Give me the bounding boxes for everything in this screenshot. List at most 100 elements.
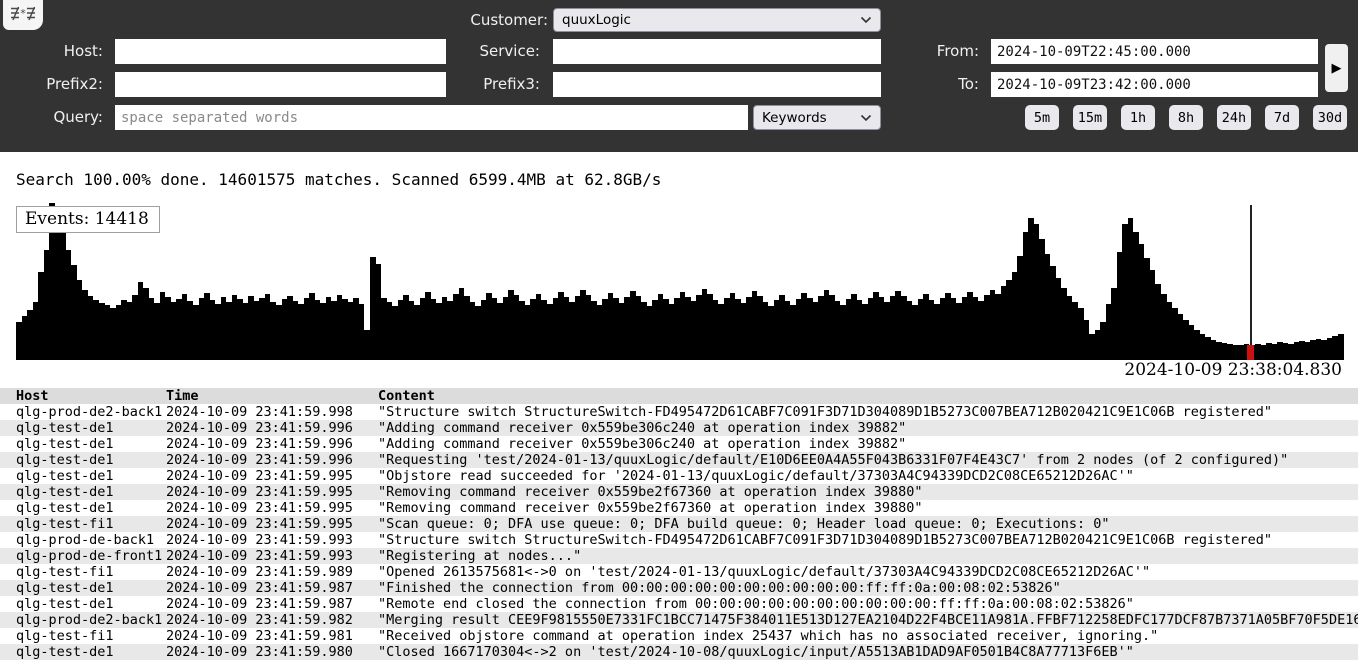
range-button-15m[interactable]: 15m xyxy=(1073,105,1107,130)
time-cell: 2024-10-09 23:41:59.995 xyxy=(166,484,378,500)
content-cell: "Closed 1667170304<->2 on 'test/2024-10-… xyxy=(378,644,1358,660)
table-row: qlg-test-de12024-10-09 23:41:59.995"Remo… xyxy=(0,500,1358,516)
table-row: qlg-test-de12024-10-09 23:41:59.980"Clos… xyxy=(0,644,1358,660)
time-cell: 2024-10-09 23:41:59.995 xyxy=(166,516,378,532)
content-cell: "Merging result CEE9F9815550E7331FC1BCC7… xyxy=(378,612,1358,628)
host-cell: qlg-test-de1 xyxy=(0,644,166,660)
host-cell: qlg-test-de1 xyxy=(0,500,166,516)
time-cell: 2024-10-09 23:41:59.987 xyxy=(166,580,378,596)
column-header-time: Time xyxy=(166,388,378,404)
svg-text:*: * xyxy=(20,7,26,20)
content-cell: "Objstore read succeeded for '2024-01-13… xyxy=(378,468,1358,484)
range-button-7d[interactable]: 7d xyxy=(1265,105,1299,130)
query-label: Query: xyxy=(30,105,103,130)
table-row: qlg-prod-de-back12024-10-09 23:41:59.993… xyxy=(0,532,1358,548)
query-mode-value: Keywords xyxy=(762,110,860,126)
host-cell: qlg-prod-de2-back1 xyxy=(0,612,166,628)
content-cell: "Remote end closed the connection from 0… xyxy=(378,596,1358,612)
table-row: qlg-test-de12024-10-09 23:41:59.987"Remo… xyxy=(0,596,1358,612)
customer-label: Customer: xyxy=(430,8,548,33)
content-cell: "Requesting 'test/2024-01-13/quuxLogic/d… xyxy=(378,452,1358,468)
content-cell: "Opened 2613575681<->0 on 'test/2024-01-… xyxy=(378,564,1358,580)
host-cell: qlg-test-de1 xyxy=(0,420,166,436)
table-row: qlg-test-de12024-10-09 23:41:59.995"Remo… xyxy=(0,484,1358,500)
time-cell: 2024-10-09 23:41:59.996 xyxy=(166,420,378,436)
log-search-app: * Customer: quuxLogic Host: Service: Fro… xyxy=(0,0,1358,662)
table-row: qlg-test-fi12024-10-09 23:41:59.989"Open… xyxy=(0,564,1358,580)
host-cell: qlg-test-de1 xyxy=(0,468,166,484)
query-input[interactable] xyxy=(115,105,748,130)
content-cell: "Removing command receiver 0x559be2f6736… xyxy=(378,500,1358,516)
content-cell: "Finished the connection from 00:00:00:0… xyxy=(378,580,1358,596)
time-cell: 2024-10-09 23:41:59.993 xyxy=(166,532,378,548)
host-cell: qlg-test-fi1 xyxy=(0,564,166,580)
customer-select-value: quuxLogic xyxy=(562,12,860,28)
content-cell: "Received objstore command at operation … xyxy=(378,628,1358,644)
host-cell: qlg-test-fi1 xyxy=(0,628,166,644)
range-button-8h[interactable]: 8h xyxy=(1169,105,1203,130)
host-label: Host: xyxy=(30,39,103,64)
host-cell: qlg-prod-de-back1 xyxy=(0,532,166,548)
from-label: From: xyxy=(905,39,979,64)
time-cell: 2024-10-09 23:41:59.993 xyxy=(166,548,378,564)
histogram-bar xyxy=(1338,334,1344,360)
time-cell: 2024-10-09 23:41:59.989 xyxy=(166,564,378,580)
table-row: qlg-test-de12024-10-09 23:41:59.996"Addi… xyxy=(0,420,1358,436)
time-cell: 2024-10-09 23:41:59.982 xyxy=(166,612,378,628)
table-row: qlg-test-fi12024-10-09 23:41:59.995"Scan… xyxy=(0,516,1358,532)
host-cell: qlg-test-de1 xyxy=(0,436,166,452)
column-header-content: Content xyxy=(378,388,1358,404)
prefix2-input[interactable] xyxy=(115,72,446,97)
host-cell: qlg-test-de1 xyxy=(0,580,166,596)
time-cell: 2024-10-09 23:41:59.996 xyxy=(166,436,378,452)
chevron-down-icon xyxy=(860,12,872,28)
time-cell: 2024-10-09 23:41:59.995 xyxy=(166,500,378,516)
range-button-24h[interactable]: 24h xyxy=(1217,105,1251,130)
events-count-badge: Events: 14418 xyxy=(16,206,160,233)
host-cell: qlg-test-de1 xyxy=(0,596,166,612)
content-cell: "Removing command receiver 0x559be2f6736… xyxy=(378,484,1358,500)
prefix3-input[interactable] xyxy=(553,72,881,97)
log-results-table: Host Time Content qlg-prod-de2-back12024… xyxy=(0,388,1358,660)
table-row: qlg-test-de12024-10-09 23:41:59.996"Requ… xyxy=(0,452,1358,468)
range-button-30d[interactable]: 30d xyxy=(1313,105,1347,130)
to-input[interactable] xyxy=(991,72,1318,97)
content-cell: "Structure switch StructureSwitch-FD4954… xyxy=(378,532,1358,548)
range-button-1h[interactable]: 1h xyxy=(1121,105,1155,130)
table-row: qlg-test-fi12024-10-09 23:41:59.981"Rece… xyxy=(0,628,1358,644)
cursor-timestamp: 2024-10-09 23:38:04.830 xyxy=(1124,360,1342,380)
time-cell: 2024-10-09 23:41:59.995 xyxy=(166,468,378,484)
time-cell: 2024-10-09 23:41:59.996 xyxy=(166,452,378,468)
histogram-cursor-line xyxy=(1250,205,1252,360)
service-input[interactable] xyxy=(553,39,881,64)
time-cell: 2024-10-09 23:41:59.998 xyxy=(166,404,378,420)
content-cell: "Scan queue: 0; DFA use queue: 0; DFA bu… xyxy=(378,516,1358,532)
prefix3-label: Prefix3: xyxy=(455,72,540,97)
time-cell: 2024-10-09 23:41:59.981 xyxy=(166,628,378,644)
table-row: qlg-test-de12024-10-09 23:41:59.996"Addi… xyxy=(0,436,1358,452)
query-mode-select[interactable]: Keywords xyxy=(753,105,881,130)
prefix2-label: Prefix2: xyxy=(20,72,103,97)
range-button-5m[interactable]: 5m xyxy=(1025,105,1059,130)
table-row: qlg-prod-de2-back12024-10-09 23:41:59.99… xyxy=(0,404,1358,420)
service-label: Service: xyxy=(450,39,540,64)
host-cell: qlg-test-fi1 xyxy=(0,516,166,532)
content-cell: "Adding command receiver 0x559be306c240 … xyxy=(378,420,1358,436)
run-search-button[interactable]: ▶ xyxy=(1325,44,1348,92)
app-logo-tab[interactable]: * xyxy=(3,0,43,30)
app-logo-icon: * xyxy=(9,6,37,25)
from-input[interactable] xyxy=(991,39,1318,64)
table-row: qlg-prod-de-front12024-10-09 23:41:59.99… xyxy=(0,548,1358,564)
time-cell: 2024-10-09 23:41:59.987 xyxy=(166,596,378,612)
table-row: qlg-test-de12024-10-09 23:41:59.995"Objs… xyxy=(0,468,1358,484)
events-histogram[interactable] xyxy=(16,203,1342,360)
customer-select[interactable]: quuxLogic xyxy=(553,8,881,32)
search-form-bar: * Customer: quuxLogic Host: Service: Fro… xyxy=(0,0,1358,152)
content-cell: "Adding command receiver 0x559be306c240 … xyxy=(378,436,1358,452)
host-cell: qlg-prod-de2-back1 xyxy=(0,404,166,420)
host-input[interactable] xyxy=(115,39,446,64)
to-label: To: xyxy=(925,72,979,97)
histogram-cursor-marker xyxy=(1247,345,1254,360)
chevron-down-icon xyxy=(860,110,872,126)
time-range-buttons: 5m 15m 1h 8h 24h 7d 30d xyxy=(1025,105,1347,130)
